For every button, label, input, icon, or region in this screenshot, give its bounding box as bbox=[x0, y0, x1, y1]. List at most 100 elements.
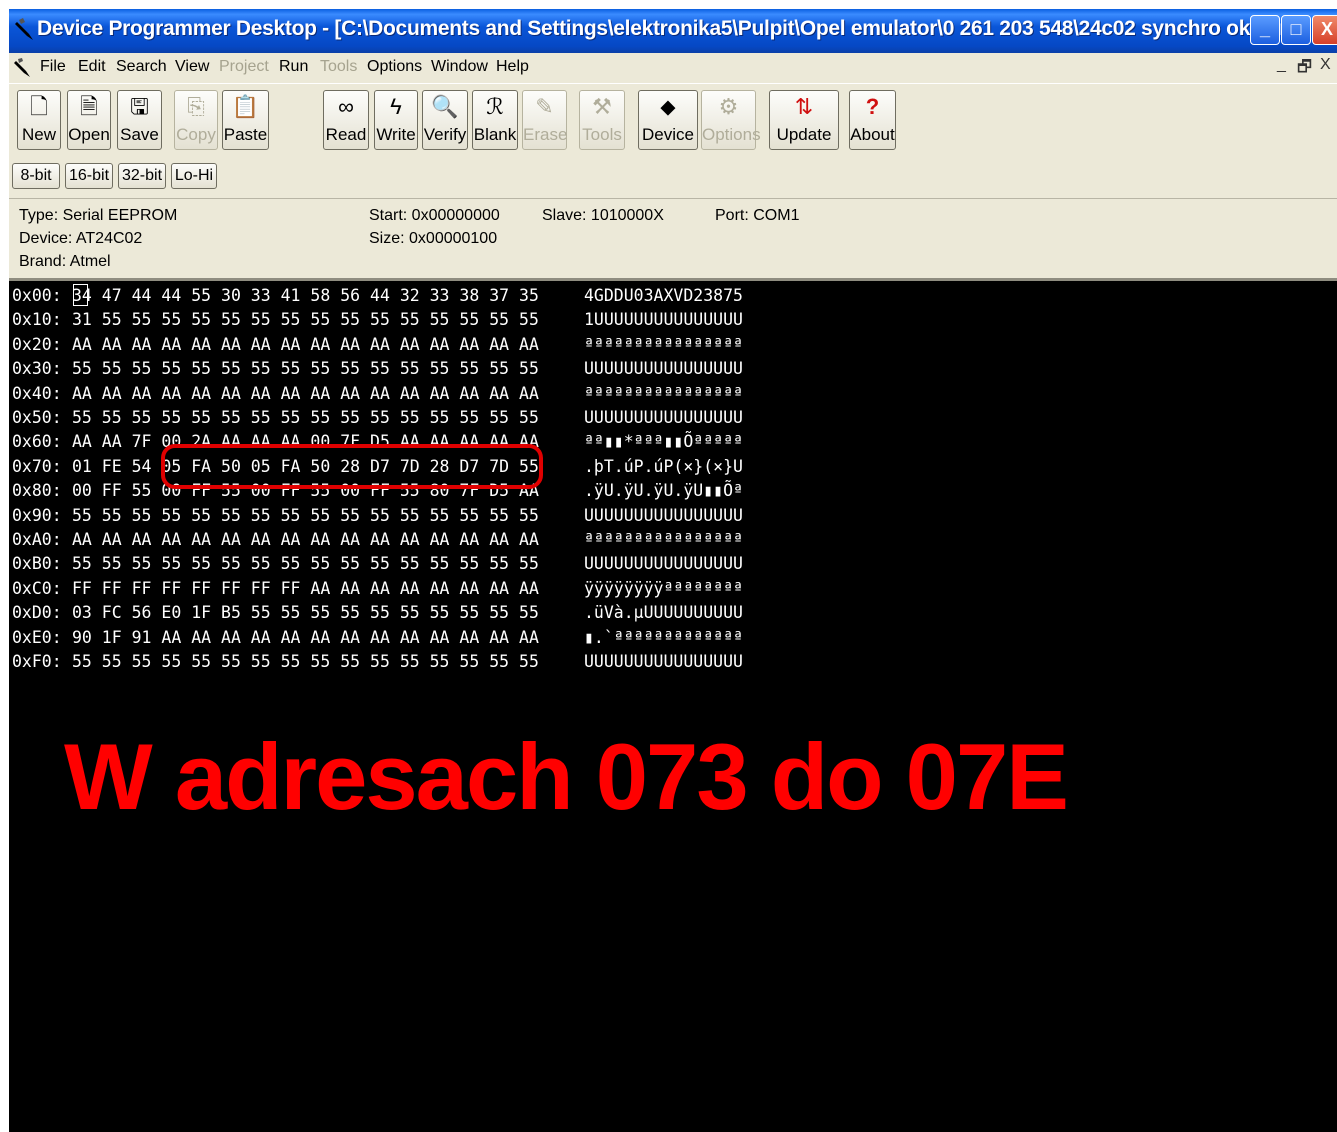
blank-check-icon: ℛ bbox=[486, 94, 504, 119]
menu-view[interactable]: View bbox=[175, 58, 209, 76]
menu-file[interactable]: File bbox=[40, 58, 66, 76]
mdi-close-button[interactable]: X bbox=[1320, 56, 1331, 74]
hex-row[interactable]: 0xD0: 03 FC 56 E0 1F B5 55 55 55 55 55 55… bbox=[12, 601, 539, 625]
hex-row-ascii[interactable]: ªª▮▮*ªªª▮▮Õªªªªª bbox=[584, 430, 743, 454]
hex-row-ascii[interactable]: UUUUUUUUUUUUUUUU bbox=[584, 552, 743, 576]
hex-row[interactable]: 0xE0: 90 1F 91 AA AA AA AA AA AA AA AA AA… bbox=[12, 626, 539, 650]
hex-row-bytes[interactable]: 34 47 44 44 55 30 33 41 58 56 44 32 33 3… bbox=[72, 284, 539, 308]
mode-8bit-button[interactable]: 8-bit bbox=[12, 163, 60, 189]
update-button[interactable]: ⇅ Update bbox=[769, 90, 839, 150]
hex-row-ascii[interactable]: .ÿU.ÿU.ÿU.ÿU▮▮Õª bbox=[584, 479, 743, 503]
menu-window[interactable]: Window bbox=[431, 58, 488, 76]
hex-row-bytes[interactable]: AA AA AA AA AA AA AA AA AA AA AA AA AA A… bbox=[72, 333, 539, 357]
hex-row-ascii[interactable]: UUUUUUUUUUUUUUUU bbox=[584, 406, 743, 430]
blank-button[interactable]: ℛ Blank bbox=[472, 90, 518, 150]
hex-row-address: 0xF0: bbox=[12, 652, 62, 671]
device-chip-icon: ⬥ bbox=[660, 94, 676, 119]
hex-row-address: 0xB0: bbox=[12, 554, 62, 574]
mode-toolbar: 8-bit 16-bit 32-bit Lo-Hi bbox=[9, 156, 1337, 199]
hex-row[interactable]: 0x40: AA AA AA AA AA AA AA AA AA AA AA AA… bbox=[12, 382, 539, 406]
open-button[interactable]: 🗎 Open bbox=[67, 90, 111, 150]
hex-row-address: 0x70: bbox=[12, 456, 62, 476]
menu-options[interactable]: Options bbox=[367, 58, 422, 76]
copy-icon: ⎘ bbox=[187, 94, 205, 119]
device-type: Type: Serial EEPROM bbox=[19, 207, 178, 224]
menu-tools[interactable]: Tools bbox=[320, 58, 357, 76]
options-button[interactable]: ⚙ Options bbox=[701, 90, 761, 150]
hex-row-bytes[interactable]: 31 55 55 55 55 55 55 55 55 55 55 55 55 5… bbox=[72, 308, 539, 332]
maximize-button[interactable]: □ bbox=[1281, 15, 1311, 45]
menu-run[interactable]: Run bbox=[279, 58, 308, 76]
hex-row[interactable]: 0x20: AA AA AA AA AA AA AA AA AA AA AA AA… bbox=[12, 333, 539, 357]
hex-row-bytes[interactable]: AA AA AA AA AA AA AA AA AA AA AA AA AA A… bbox=[72, 382, 539, 406]
hex-row-bytes[interactable]: 55 55 55 55 55 55 55 55 55 55 55 55 55 5… bbox=[72, 357, 539, 381]
document-chip-icon[interactable] bbox=[14, 58, 34, 78]
title-bar[interactable]: Device Programmer Desktop - [C:\Document… bbox=[9, 9, 1337, 53]
verify-button[interactable]: 🔍 Verify bbox=[422, 90, 468, 150]
hex-row[interactable]: 0xB0: 55 55 55 55 55 55 55 55 55 55 55 55… bbox=[12, 552, 539, 576]
hex-row-ascii[interactable]: ªªªªªªªªªªªªªªªª bbox=[584, 528, 743, 552]
device-button[interactable]: ⬥ Device bbox=[638, 90, 698, 150]
hex-row-bytes[interactable]: 55 55 55 55 55 55 55 55 55 55 55 55 55 5… bbox=[72, 504, 539, 528]
hex-row-ascii[interactable]: UUUUUUUUUUUUUUUU bbox=[584, 650, 743, 674]
mdi-restore-button[interactable]: 🗗 bbox=[1297, 56, 1312, 83]
device-info-panel: Type: Serial EEPROM Device: AT24C02 Bran… bbox=[9, 199, 1337, 281]
read-glasses-icon: ∞ bbox=[338, 94, 354, 119]
menu-help[interactable]: Help bbox=[496, 58, 529, 76]
mode-32bit-button[interactable]: 32-bit bbox=[118, 163, 166, 189]
start-address: Start: 0x00000000 bbox=[369, 207, 500, 224]
menu-project[interactable]: Project bbox=[219, 58, 269, 76]
write-button[interactable]: ϟ Write bbox=[374, 90, 418, 150]
hex-row-ascii[interactable]: 1UUUUUUUUUUUUUUU bbox=[584, 308, 743, 332]
save-button[interactable]: 🖫 Save bbox=[117, 90, 162, 150]
hex-editor[interactable]: 0x00: 34 47 44 44 55 30 33 41 58 56 44 32… bbox=[9, 281, 1337, 1132]
hex-row-address: 0x40: bbox=[12, 383, 62, 403]
hex-row-ascii[interactable]: ▮.`ªªªªªªªªªªªªª bbox=[584, 626, 743, 650]
hex-row-address: 0x80: bbox=[12, 481, 62, 501]
mode-16bit-button[interactable]: 16-bit bbox=[65, 163, 113, 189]
verify-magnifier-icon: 🔍 bbox=[431, 94, 459, 119]
hex-row-address: 0x90: bbox=[12, 505, 62, 525]
hex-row-bytes[interactable]: AA AA AA AA AA AA AA AA AA AA AA AA AA A… bbox=[72, 528, 539, 552]
minimize-button[interactable]: _ bbox=[1250, 15, 1280, 45]
mdi-minimize-button[interactable]: _ bbox=[1277, 56, 1286, 74]
hex-row-bytes[interactable]: 55 55 55 55 55 55 55 55 55 55 55 55 55 5… bbox=[72, 406, 539, 430]
hex-row-ascii[interactable]: ªªªªªªªªªªªªªªªª bbox=[584, 333, 743, 357]
hex-row-ascii[interactable]: .þT.úP.úP(×}(×}U bbox=[584, 455, 743, 479]
hex-row-ascii[interactable]: UUUUUUUUUUUUUUUU bbox=[584, 357, 743, 381]
hex-row-bytes[interactable]: 55 55 55 55 55 55 55 55 55 55 55 55 55 5… bbox=[72, 552, 539, 576]
erase-button[interactable]: ✎ Erase bbox=[522, 90, 567, 150]
hex-row-bytes[interactable]: 03 FC 56 E0 1F B5 55 55 55 55 55 55 55 5… bbox=[72, 601, 539, 625]
new-file-icon: 🗋 bbox=[30, 94, 48, 119]
hex-row[interactable]: 0xC0: FF FF FF FF FF FF FF FF AA AA AA AA… bbox=[12, 577, 539, 601]
hex-row-ascii[interactable]: 4GDDU03AXVD23875 bbox=[584, 284, 743, 308]
hex-row-ascii[interactable]: ÿÿÿÿÿÿÿÿªªªªªªªª bbox=[584, 577, 743, 601]
tools-button[interactable]: ⚒ Tools bbox=[579, 90, 625, 150]
hex-row-bytes[interactable]: 55 55 55 55 55 55 55 55 55 55 55 55 55 5… bbox=[72, 650, 539, 674]
highlight-box bbox=[161, 444, 543, 489]
hex-row-ascii[interactable]: .üVà.µUUUUUUUUUU bbox=[584, 601, 743, 625]
paste-button[interactable]: 📋 Paste bbox=[222, 90, 269, 150]
hex-row[interactable]: 0x50: 55 55 55 55 55 55 55 55 55 55 55 55… bbox=[12, 406, 539, 430]
hex-row-ascii[interactable]: ªªªªªªªªªªªªªªªª bbox=[584, 382, 743, 406]
hex-row-ascii[interactable]: UUUUUUUUUUUUUUUU bbox=[584, 504, 743, 528]
copy-button[interactable]: ⎘ Copy bbox=[174, 90, 218, 150]
hex-row[interactable]: 0xF0: 55 55 55 55 55 55 55 55 55 55 55 55… bbox=[12, 650, 539, 674]
hex-row[interactable]: 0xA0: AA AA AA AA AA AA AA AA AA AA AA AA… bbox=[12, 528, 539, 552]
options-icon: ⚙ bbox=[718, 94, 739, 119]
about-button[interactable]: ? About bbox=[849, 90, 896, 150]
hex-row[interactable]: 0x10: 31 55 55 55 55 55 55 55 55 55 55 55… bbox=[12, 308, 539, 332]
menu-search[interactable]: Search bbox=[116, 58, 167, 76]
hex-row-bytes[interactable]: 90 1F 91 AA AA AA AA AA AA AA AA AA AA A… bbox=[72, 626, 539, 650]
update-arrows-icon: ⇅ bbox=[794, 94, 814, 119]
paste-icon: 📋 bbox=[231, 94, 260, 119]
read-button[interactable]: ∞ Read bbox=[323, 90, 369, 150]
menu-edit[interactable]: Edit bbox=[78, 58, 106, 76]
hex-row[interactable]: 0x30: 55 55 55 55 55 55 55 55 55 55 55 55… bbox=[12, 357, 539, 381]
close-button[interactable]: X bbox=[1312, 15, 1337, 45]
hex-row[interactable]: 0x90: 55 55 55 55 55 55 55 55 55 55 55 55… bbox=[12, 504, 539, 528]
new-button[interactable]: 🗋 New bbox=[17, 90, 61, 150]
hex-row-bytes[interactable]: FF FF FF FF FF FF FF FF AA AA AA AA AA A… bbox=[72, 577, 539, 601]
hex-row[interactable]: 0x00: 34 47 44 44 55 30 33 41 58 56 44 32… bbox=[12, 284, 539, 308]
mode-lohi-button[interactable]: Lo-Hi bbox=[171, 163, 217, 189]
